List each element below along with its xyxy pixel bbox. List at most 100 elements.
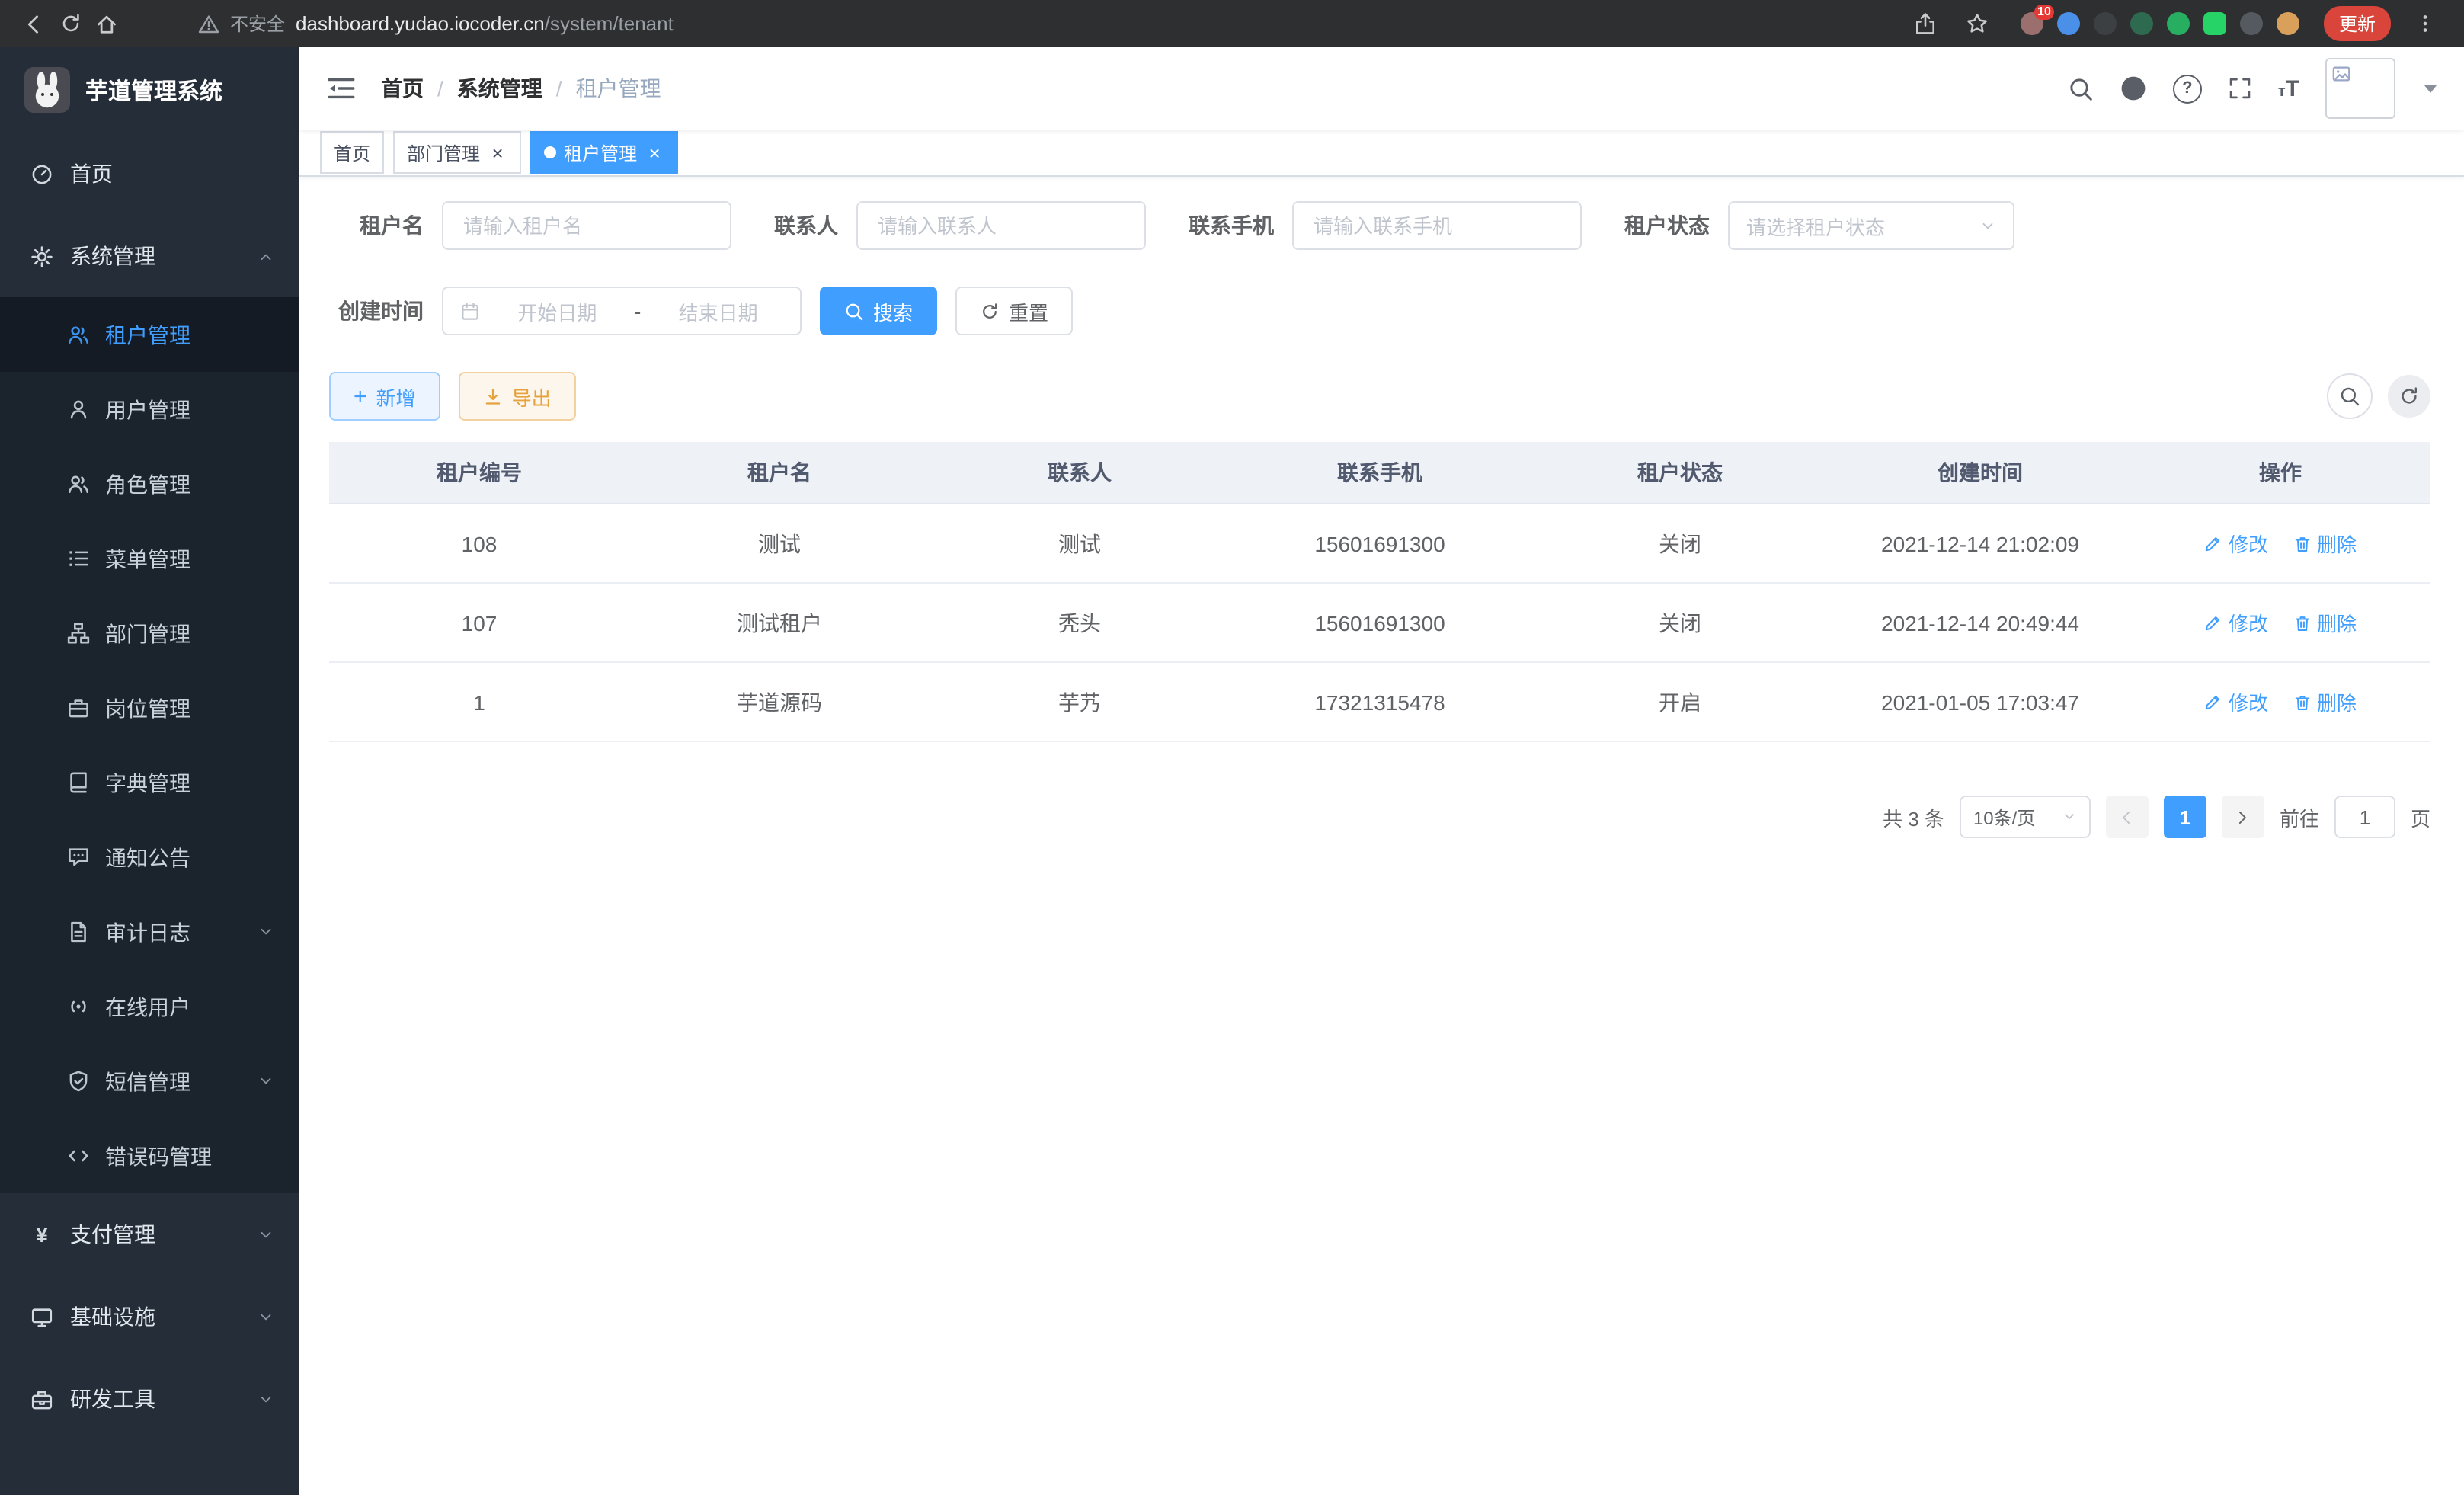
chevron-down-icon — [258, 924, 274, 940]
search-icon — [2339, 386, 2360, 407]
next-page-button[interactable] — [2222, 796, 2264, 838]
sidebar-item-notice[interactable]: 通知公告 — [0, 820, 299, 895]
extension-icon[interactable] — [2167, 12, 2190, 35]
sidebar-item-audit-log[interactable]: 审计日志 — [0, 895, 299, 969]
sidebar-item-errcode[interactable]: 错误码管理 — [0, 1119, 299, 1193]
toggle-search-button[interactable] — [2327, 373, 2373, 419]
sidebar-section-system[interactable]: 系统管理 — [0, 215, 299, 297]
sidebar-item-sms[interactable]: 短信管理 — [0, 1044, 299, 1119]
edit-button[interactable]: 修改 — [2204, 687, 2268, 716]
search-icon — [2068, 75, 2094, 101]
sidebar-collapse-button[interactable] — [326, 73, 357, 104]
gear-icon — [30, 245, 53, 267]
reset-button[interactable]: 重置 — [955, 287, 1073, 335]
contact-input-field[interactable] — [875, 213, 1128, 238]
tab-home[interactable]: 首页 — [320, 131, 384, 174]
tenant-name-input[interactable] — [442, 201, 731, 250]
bookmark-button[interactable] — [1960, 5, 1996, 42]
goto-page-input[interactable] — [2334, 796, 2395, 838]
edit-button[interactable]: 修改 — [2204, 529, 2268, 558]
cell-actions: 修改删除 — [2130, 504, 2430, 583]
extension-icon[interactable] — [2057, 12, 2080, 35]
export-button[interactable]: 导出 — [459, 372, 576, 421]
phone-input[interactable] — [1292, 201, 1582, 250]
reload-button[interactable] — [52, 5, 88, 42]
sidebar-item-dict[interactable]: 字典管理 — [0, 745, 299, 820]
status-select[interactable]: 请选择租户状态 — [1728, 201, 2014, 250]
chevron-right-icon — [2235, 808, 2251, 825]
sidebar-item-label: 部门管理 — [105, 618, 190, 648]
github-button[interactable] — [2120, 75, 2147, 102]
font-size-button[interactable] — [2278, 77, 2299, 100]
sidebar-item-user[interactable]: 用户管理 — [0, 372, 299, 447]
sidebar-section-payment[interactable]: 支付管理 — [0, 1193, 299, 1276]
col-tenant-id: 租户编号 — [329, 442, 629, 504]
export-button-label: 导出 — [512, 382, 552, 411]
date-range-picker[interactable]: 开始日期 - 结束日期 — [442, 287, 802, 335]
sidebar-item-dept[interactable]: 部门管理 — [0, 596, 299, 671]
back-button[interactable] — [15, 5, 52, 42]
tab-close-icon[interactable] — [488, 142, 507, 162]
app-title: 芋道管理系统 — [85, 74, 222, 106]
col-status: 租户状态 — [1530, 442, 1830, 504]
sidebar-item-post[interactable]: 岗位管理 — [0, 671, 299, 745]
browser-update-button[interactable]: 更新 — [2324, 6, 2391, 41]
cell-created: 2021-12-14 20:49:44 — [1830, 583, 2130, 662]
prev-page-button[interactable] — [2106, 796, 2149, 838]
cell-actions: 修改删除 — [2130, 583, 2430, 662]
sidebar-section-infrastructure[interactable]: 基础设施 — [0, 1276, 299, 1358]
status-label: 租户状态 — [1624, 210, 1710, 241]
search-icon — [844, 301, 864, 321]
phone-input-field[interactable] — [1310, 213, 1563, 238]
chevron-down-icon — [258, 1308, 274, 1325]
avatar-caret-down-icon[interactable] — [2424, 85, 2437, 92]
tab-dept[interactable]: 部门管理 — [393, 131, 521, 174]
add-button[interactable]: 新增 — [329, 372, 440, 421]
cell-id: 1 — [329, 662, 629, 741]
user-avatar[interactable] — [2325, 58, 2395, 119]
sidebar-item-tenant[interactable]: 租户管理 — [0, 297, 299, 372]
home-button[interactable] — [88, 5, 125, 42]
tab-close-icon[interactable] — [645, 142, 664, 162]
extension-icon[interactable] — [2203, 12, 2226, 35]
breadcrumb-item-home[interactable]: 首页 — [381, 73, 424, 104]
page-size-select[interactable]: 10条/页 — [1960, 796, 2091, 838]
url-path: /system/tenant — [545, 12, 674, 35]
browser-menu-button[interactable] — [2406, 5, 2443, 42]
delete-label: 删除 — [2317, 687, 2357, 716]
tenant-name-input-field[interactable] — [460, 213, 713, 238]
sidebar-item-online-user[interactable]: 在线用户 — [0, 969, 299, 1044]
share-button[interactable] — [1908, 5, 1944, 42]
filter-create-time: 创建时间 开始日期 - 结束日期 — [329, 287, 802, 335]
sidebar-section-devtools[interactable]: 研发工具 — [0, 1358, 299, 1440]
refresh-table-button[interactable] — [2388, 375, 2430, 418]
breadcrumb-separator — [556, 76, 562, 101]
extension-icon[interactable] — [2130, 12, 2153, 35]
search-button[interactable]: 搜索 — [820, 287, 937, 335]
cell-contact: 芋艿 — [930, 662, 1230, 741]
profile-avatar-icon[interactable] — [2277, 12, 2299, 35]
screen: 不安全 dashboard.yudao.iocoder.cn/system/te… — [0, 0, 2464, 1495]
docs-help-button[interactable] — [2173, 74, 2202, 103]
delete-button[interactable]: 删除 — [2293, 687, 2357, 716]
sidebar-item-menu[interactable]: 菜单管理 — [0, 521, 299, 596]
home-icon — [94, 11, 119, 36]
contact-input[interactable] — [856, 201, 1146, 250]
extension-icon[interactable]: 10 — [2021, 12, 2043, 35]
edit-button[interactable]: 修改 — [2204, 608, 2268, 637]
breadcrumb-item-system[interactable]: 系统管理 — [457, 73, 542, 104]
header-search-button[interactable] — [2068, 75, 2094, 101]
fullscreen-button[interactable] — [2228, 76, 2252, 101]
page-number-button[interactable]: 1 — [2164, 796, 2206, 838]
delete-button[interactable]: 删除 — [2293, 529, 2357, 558]
extensions-puzzle-icon[interactable] — [2240, 12, 2263, 35]
logo: 芋道管理系统 — [0, 47, 299, 133]
cell-actions: 修改 删除 — [2130, 662, 2430, 741]
sidebar-item-home[interactable]: 首页 — [0, 133, 299, 215]
extension-icon[interactable] — [2094, 12, 2117, 35]
navbar-actions — [2068, 58, 2437, 119]
tab-tenant[interactable]: 租户管理 — [530, 131, 678, 174]
sidebar-item-role[interactable]: 角色管理 — [0, 447, 299, 521]
address-bar[interactable]: 不安全 dashboard.yudao.iocoder.cn/system/te… — [125, 11, 1908, 37]
delete-button[interactable]: 删除 — [2293, 608, 2357, 637]
